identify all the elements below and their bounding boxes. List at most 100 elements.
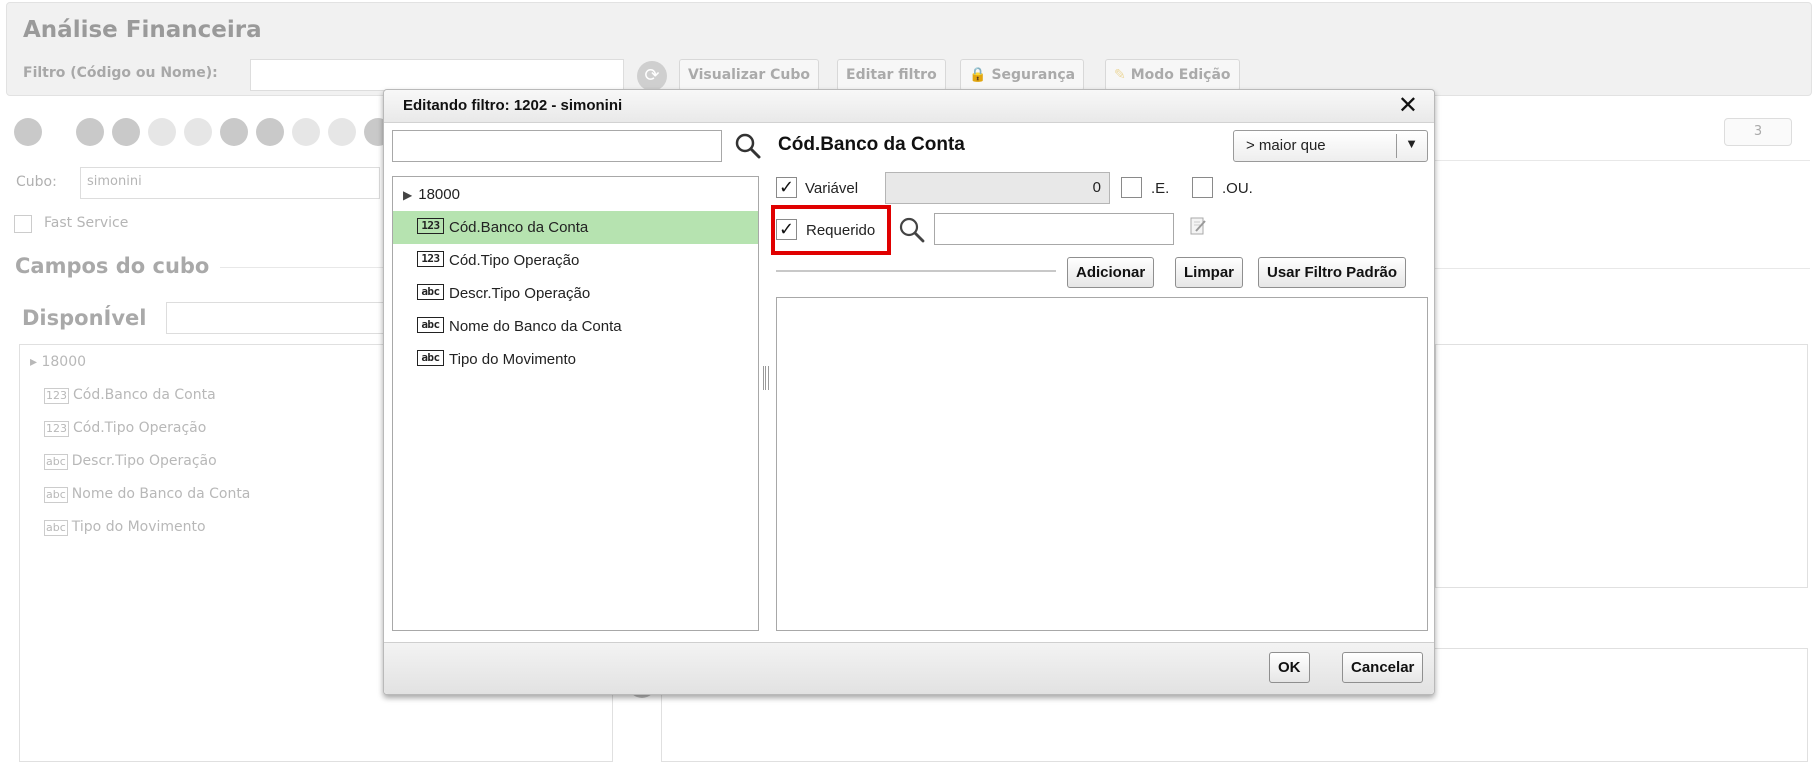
tree-root-label: 18000	[41, 354, 87, 370]
disponivel-title: DisponÍvel	[22, 306, 147, 330]
expand-arrow-icon[interactable]: ▶	[403, 179, 412, 212]
tree-item-descr-tipo[interactable]: abc Descr.Tipo Operação	[393, 277, 758, 310]
list-item[interactable]: 123 Cód.Tipo Operação	[30, 418, 250, 451]
lock-icon: 🔒	[969, 67, 987, 83]
list-item[interactable]: abc Descr.Tipo Operação	[30, 451, 250, 484]
cancelar-button[interactable]: Cancelar	[1342, 652, 1424, 683]
editar-filtro-button[interactable]: Editar filtro	[837, 59, 946, 91]
tree-item-label: Nome do Banco da Conta	[449, 318, 622, 335]
tree-item-label: Tipo do Movimento	[449, 351, 577, 368]
cubo-label: Cubo:	[16, 174, 57, 190]
prev-icon[interactable]	[112, 118, 140, 146]
usar-filtro-padrao-button[interactable]: Usar Filtro Padrão	[1258, 257, 1407, 288]
tree-item-label: Cód.Tipo Operação	[449, 252, 580, 269]
dialog-footer: OK Cancelar	[384, 642, 1434, 694]
numeric-type-icon: 123	[417, 218, 444, 235]
value-input[interactable]	[934, 213, 1174, 245]
tree-item-tipo-movimento[interactable]: abc Tipo do Movimento	[393, 343, 758, 376]
app-title: Análise Financeira	[23, 17, 262, 43]
grid-icon[interactable]	[14, 118, 42, 146]
last-icon[interactable]	[184, 118, 212, 146]
list-item-label: Cód.Tipo Operação	[73, 420, 207, 436]
numeric-type-icon: 123	[417, 251, 444, 268]
list-item[interactable]: abc Nome do Banco da Conta	[30, 484, 250, 517]
divider	[776, 270, 1056, 272]
next-icon[interactable]	[148, 118, 176, 146]
seguranca-button[interactable]: 🔒 Segurança	[960, 59, 1085, 91]
limpar-button[interactable]: Limpar	[1175, 257, 1244, 288]
count-badge: 3	[1724, 118, 1792, 146]
tree-item-nome-banco[interactable]: abc Nome do Banco da Conta	[393, 310, 758, 343]
operator-value: > maior que	[1246, 137, 1326, 154]
dialog-titlebar[interactable]: Editando filtro: 1202 - simonini ✕	[384, 90, 1434, 123]
text-type-icon: abc	[44, 454, 68, 470]
divider	[1435, 160, 1810, 161]
and-checkbox[interactable]	[1121, 177, 1142, 198]
cancel-icon[interactable]	[328, 118, 356, 146]
fields-tree: ▶ 18000 123 Cód.Banco da Conta 123 Cód.Tipo…	[392, 176, 759, 631]
tree-root[interactable]: ▶ 18000	[393, 178, 758, 211]
operator-select[interactable]: > maior que ▼	[1233, 130, 1428, 162]
fast-service-checkbox[interactable]	[14, 215, 32, 233]
filter-label: Filtro (Código ou Nome):	[23, 65, 218, 81]
select-separator	[1396, 134, 1397, 158]
list-item[interactable]: 123 Cód.Banco da Conta	[30, 385, 250, 418]
numeric-type-icon: 123	[44, 388, 69, 404]
variavel-checkbox[interactable]: ✓	[776, 177, 797, 198]
confirm-icon[interactable]	[292, 118, 320, 146]
visualizar-cubo-button[interactable]: Visualizar Cubo	[679, 59, 819, 91]
tree-root[interactable]: ▸ 18000	[30, 352, 250, 385]
numeric-type-icon: 123	[44, 421, 69, 437]
tree-item-label: Descr.Tipo Operação	[449, 285, 591, 302]
close-icon[interactable]: ✕	[1398, 93, 1418, 117]
divider	[1435, 268, 1810, 269]
campos-title: Campos do cubo	[15, 254, 210, 278]
text-type-icon: abc	[417, 317, 444, 334]
tree-item-cod-tipo[interactable]: 123 Cód.Tipo Operação	[393, 244, 758, 277]
text-type-icon: abc	[44, 487, 68, 503]
add-icon[interactable]	[220, 118, 248, 146]
cubo-input[interactable]: simonini	[80, 167, 380, 199]
chevron-down-icon[interactable]: ▼	[1405, 136, 1418, 151]
or-checkbox[interactable]	[1192, 177, 1213, 198]
divider	[220, 267, 383, 268]
pencil-icon: ✎	[1114, 67, 1126, 83]
list-item-label: Cód.Banco da Conta	[73, 387, 216, 403]
selected-field-title: Cód.Banco da Conta	[778, 134, 965, 155]
ok-button[interactable]: OK	[1269, 652, 1310, 683]
edit-filter-dialog: Editando filtro: 1202 - simonini ✕ ▶ 1800…	[383, 89, 1435, 695]
variavel-value-field[interactable]: 0	[885, 172, 1110, 204]
splitter-handle[interactable]	[763, 366, 769, 390]
list-item-label: Descr.Tipo Operação	[71, 453, 217, 469]
tree-item-label: Cód.Banco da Conta	[449, 219, 589, 236]
list-item-label: Nome do Banco da Conta	[71, 486, 251, 502]
modo-edicao-button[interactable]: ✎ Modo Edição	[1105, 59, 1240, 91]
refresh-icon[interactable]: ⟳	[637, 61, 667, 91]
and-label: .E.	[1151, 180, 1170, 197]
text-type-icon: abc	[417, 284, 444, 301]
list-item[interactable]: abc Tipo do Movimento	[30, 517, 250, 550]
disponivel-search-input[interactable]	[166, 302, 386, 334]
lookup-search-icon[interactable]	[898, 216, 926, 244]
edit-note-icon[interactable]	[1188, 216, 1208, 236]
first-icon[interactable]	[76, 118, 104, 146]
text-type-icon: abc	[44, 520, 68, 536]
modo-edicao-label: Modo Edição	[1130, 67, 1231, 83]
right-panel-top	[1435, 344, 1808, 588]
remove-icon[interactable]	[256, 118, 284, 146]
requerido-highlight-box	[771, 205, 891, 255]
tree-item-cod-banco[interactable]: 123 Cód.Banco da Conta	[393, 211, 758, 244]
seguranca-label: Segurança	[991, 67, 1076, 83]
dialog-title: Editando filtro: 1202 - simonini	[403, 97, 623, 114]
search-icon[interactable]	[734, 132, 762, 160]
available-fields-tree: ▸ 18000 123 Cód.Banco da Conta 123 Cód.Tip…	[30, 352, 250, 550]
adicionar-button[interactable]: Adicionar	[1067, 257, 1155, 288]
filter-input[interactable]	[250, 59, 624, 91]
tree-root-label: 18000	[418, 186, 460, 203]
text-type-icon: abc	[417, 350, 444, 367]
or-label: .OU.	[1222, 180, 1253, 197]
list-item-label: Tipo do Movimento	[71, 519, 206, 535]
app-header: Análise Financeira Filtro (Código ou Nom…	[6, 2, 1812, 96]
field-search-input[interactable]	[392, 130, 722, 162]
filter-results-area[interactable]	[776, 297, 1428, 631]
